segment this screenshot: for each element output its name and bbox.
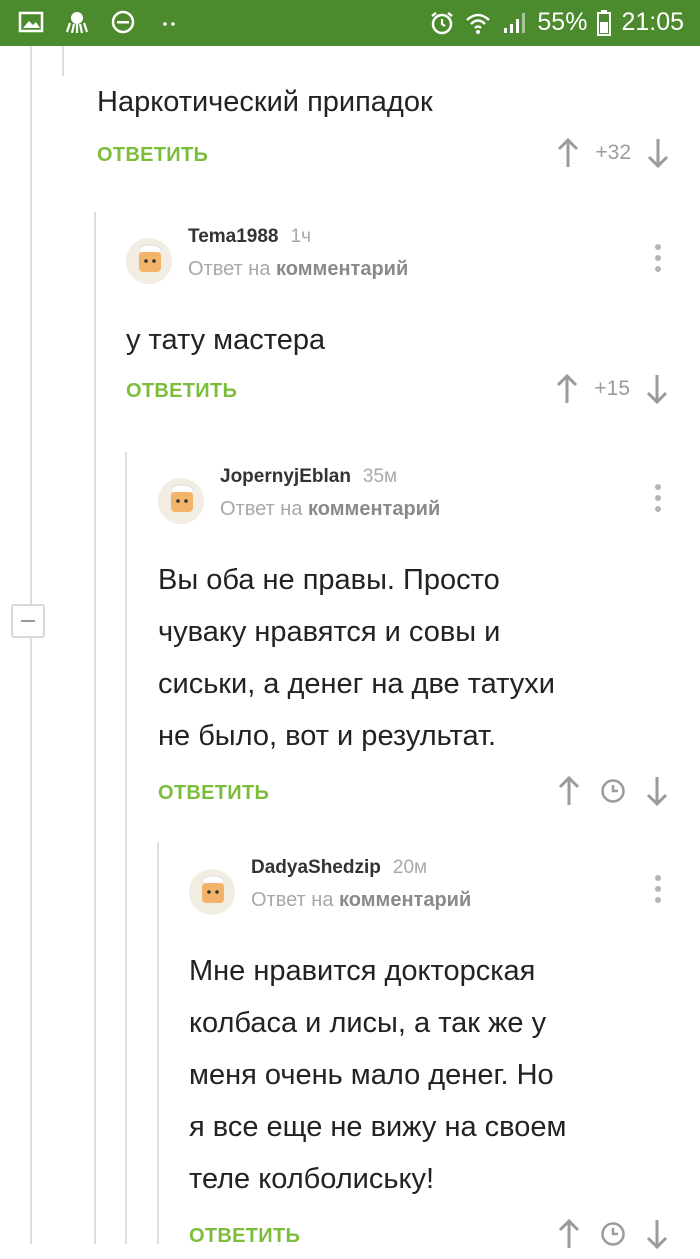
comment-time: 1ч: [290, 226, 311, 247]
reply-to[interactable]: Ответ на комментарий: [188, 258, 408, 281]
vote-controls: [558, 1219, 668, 1249]
upvote-icon[interactable]: [558, 776, 580, 806]
wifi-icon: [466, 13, 491, 34]
reply-prefix: Ответ на: [220, 498, 303, 520]
comment-text: Вы оба не правы. Просто чуваку нравятся …: [158, 554, 668, 762]
clock-icon: [601, 779, 625, 803]
comment-text: Мне нравится докторская колбаса и лисы, …: [189, 945, 668, 1205]
upvote-icon[interactable]: [557, 138, 579, 168]
upvote-icon[interactable]: [558, 1219, 580, 1249]
clock-time: 21:05: [621, 8, 684, 36]
downvote-icon[interactable]: [646, 374, 668, 404]
comment-actions: ОТВЕТИТЬ +32: [97, 138, 677, 178]
comment-header: DadyaShedzip 20м Ответ на комментарий: [189, 857, 668, 927]
clock-icon: [601, 1222, 625, 1246]
avatar[interactable]: [189, 869, 235, 915]
thread-line: [94, 212, 96, 1244]
reply-to[interactable]: Ответ на комментарий: [251, 889, 471, 912]
more-options-icon[interactable]: [655, 244, 661, 277]
octopus-icon: [65, 12, 89, 34]
comment-line: сиськи, а денег на две татухи: [158, 668, 555, 700]
author-name[interactable]: DadyaShedzip 20м: [251, 857, 427, 879]
image-icon: [18, 11, 44, 33]
author-label: JopernyjEblan: [220, 466, 351, 487]
reply-target: комментарий: [308, 498, 441, 520]
alarm-icon: [431, 11, 454, 34]
battery-icon: [597, 9, 612, 36]
score: +15: [594, 377, 630, 400]
vote-controls: +15: [556, 374, 668, 404]
comment: Наркотический припадок ОТВЕТИТЬ +32: [97, 76, 677, 178]
comment-line: Вы оба не правы. Просто: [158, 564, 500, 596]
comment-line: я все еще не вижу на своем: [189, 1111, 567, 1143]
thread-line: [30, 46, 32, 1244]
thread-line: [62, 46, 64, 76]
comment-actions: ОТВЕТИТЬ +15: [126, 374, 668, 414]
comment-time: 20м: [392, 857, 428, 878]
minus-circle-icon: [111, 10, 135, 34]
vote-controls: [558, 776, 668, 806]
collapse-thread-button[interactable]: [11, 604, 45, 638]
comment-line: не было, вот и результат.: [158, 720, 497, 752]
reply-button[interactable]: ОТВЕТИТЬ: [158, 782, 269, 805]
author-name[interactable]: JopernyjEblan 35м: [220, 466, 397, 488]
reply-button[interactable]: ОТВЕТИТЬ: [97, 144, 208, 167]
downvote-icon[interactable]: [646, 776, 668, 806]
status-bar: 55% 21:05: [0, 0, 700, 46]
comment-text: Наркотический припадок: [97, 86, 433, 118]
comment-line: теле колболиську!: [189, 1163, 435, 1195]
comment-header: JopernyjEblan 35м Ответ на комментарий: [158, 466, 668, 536]
reply-target: комментарий: [276, 258, 409, 280]
author-name[interactable]: Tema1988 1ч: [188, 226, 311, 248]
score: +32: [595, 141, 631, 164]
author-label: Tema1988: [188, 226, 279, 247]
vote-controls: +32: [557, 138, 669, 168]
comment-time: 35м: [362, 466, 398, 487]
comment: DadyaShedzip 20м Ответ на комментарий Мне…: [189, 857, 668, 1259]
comment: Tema1988 1ч Ответ на комментарий у тату м…: [126, 226, 668, 414]
thread-line: [157, 842, 159, 1244]
comment-line: чуваку нравятся и совы и: [158, 616, 501, 648]
downvote-icon[interactable]: [646, 1219, 668, 1249]
battery-percent: 55%: [537, 8, 588, 36]
reply-prefix: Ответ на: [251, 889, 334, 911]
avatar[interactable]: [158, 478, 204, 524]
comment-line: колбаса и лисы, а так же у: [189, 1007, 547, 1039]
reply-to[interactable]: Ответ на комментарий: [220, 498, 440, 521]
comment-line: меня очень мало денег. Но: [189, 1059, 554, 1091]
downvote-icon[interactable]: [647, 138, 669, 168]
comment-line: Мне нравится докторская: [189, 955, 536, 987]
thread-line: [125, 452, 127, 1244]
dots-icon: [163, 22, 175, 26]
comment: JopernyjEblan 35м Ответ на комментарий Вы…: [158, 466, 668, 816]
avatar[interactable]: [126, 238, 172, 284]
comment-actions: ОТВЕТИТЬ: [189, 1219, 668, 1259]
comment-header: Tema1988 1ч Ответ на комментарий: [126, 226, 668, 296]
reply-button[interactable]: ОТВЕТИТЬ: [126, 380, 237, 403]
more-options-icon[interactable]: [655, 875, 661, 908]
reply-button[interactable]: ОТВЕТИТЬ: [189, 1225, 300, 1248]
more-options-icon[interactable]: [655, 484, 661, 517]
comment-text: у тату мастера: [126, 324, 326, 356]
upvote-icon[interactable]: [556, 374, 578, 404]
comment-actions: ОТВЕТИТЬ: [158, 776, 668, 816]
author-label: DadyaShedzip: [251, 857, 381, 878]
reply-prefix: Ответ на: [188, 258, 271, 280]
reply-target: комментарий: [339, 889, 472, 911]
signal-icon: [504, 12, 526, 33]
